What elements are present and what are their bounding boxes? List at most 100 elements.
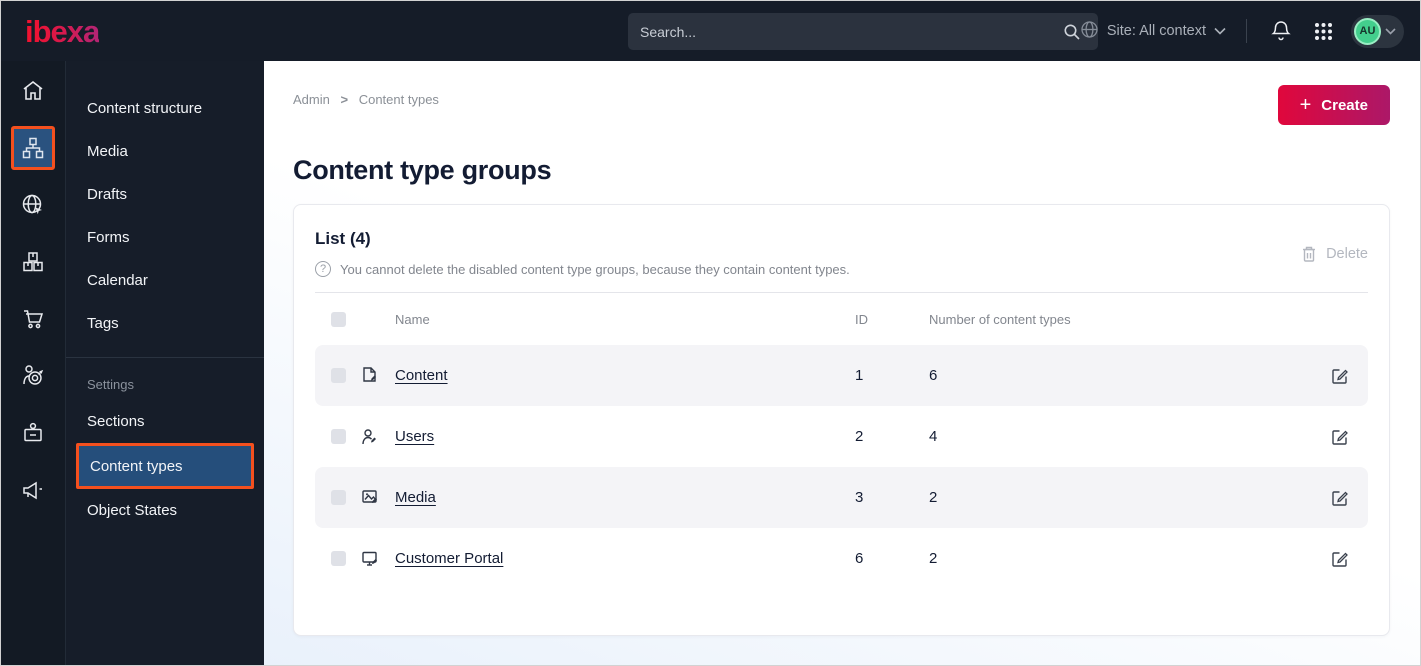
- rail-item-product-catalog[interactable]: [11, 240, 55, 284]
- column-header-id: ID: [855, 311, 868, 327]
- content-file-icon: [361, 366, 395, 386]
- sidebar-item-tags[interactable]: Tags: [66, 302, 264, 345]
- avatar: AU: [1354, 17, 1381, 45]
- chevron-down-icon: [1385, 27, 1396, 35]
- sidebar-item-label: Forms: [87, 229, 130, 246]
- select-all-checkbox[interactable]: [331, 311, 346, 327]
- sidebar-item-content-structure[interactable]: Content structure: [66, 87, 264, 130]
- rail-item-dashboard[interactable]: [11, 69, 55, 113]
- sidebar-item-label: Drafts: [87, 186, 128, 203]
- sidebar-item-label: Object States: [87, 502, 178, 519]
- group-link-users[interactable]: Users: [395, 428, 434, 445]
- delete-button-label: Delete: [1326, 246, 1368, 262]
- edit-button[interactable]: [1327, 485, 1353, 511]
- topbar-controls: Site: All context AU: [1080, 1, 1404, 61]
- sitemap-icon: [22, 137, 44, 159]
- rail-item-content-structure[interactable]: [11, 126, 55, 170]
- group-link-media[interactable]: Media: [395, 489, 436, 506]
- sidebar-item-drafts[interactable]: Drafts: [66, 173, 264, 216]
- sidebar-item-label: Tags: [87, 315, 119, 332]
- ibexa-logo: ibexa: [25, 13, 100, 49]
- edit-button[interactable]: [1327, 546, 1353, 572]
- search-input[interactable]: [640, 23, 1058, 40]
- table-row: Media 3 2: [315, 467, 1368, 528]
- site-globe-cursor-icon: [22, 194, 42, 215]
- edit-button[interactable]: [1327, 424, 1353, 450]
- breadcrumb-content-types[interactable]: Content types: [359, 92, 439, 107]
- sidebar-item-label: Media: [87, 143, 128, 160]
- edit-pencil-icon: [1332, 551, 1348, 567]
- group-link-customer-portal[interactable]: Customer Portal: [395, 550, 503, 567]
- user-menu[interactable]: AU: [1351, 14, 1404, 48]
- help-icon: ?: [315, 261, 331, 277]
- icon-rail: [1, 61, 66, 665]
- main-content: Admin > Content types + Create Content t…: [264, 61, 1420, 665]
- group-id: 6: [855, 550, 864, 567]
- breadcrumb: Admin > Content types: [293, 85, 439, 107]
- table-row: Users 2 4: [315, 406, 1368, 467]
- home-icon: [23, 80, 43, 100]
- list-title: List (4): [315, 229, 371, 248]
- group-id: 1: [855, 367, 864, 384]
- rail-item-customer-portal[interactable]: [11, 411, 55, 455]
- sidebar-item-forms[interactable]: Forms: [66, 216, 264, 259]
- edit-button[interactable]: [1327, 363, 1353, 389]
- sidebar-menu: Content structure Media Drafts Forms Cal…: [66, 61, 264, 665]
- global-search[interactable]: [628, 13, 1098, 50]
- delete-button[interactable]: Delete: [1301, 245, 1368, 263]
- group-count: 4: [929, 428, 938, 445]
- sidebar-item-label: Calendar: [87, 272, 148, 289]
- sidebar-section-label: Settings: [87, 376, 134, 392]
- sidebar-item-label: Content structure: [87, 100, 203, 117]
- sidebar-item-object-states[interactable]: Object States: [66, 489, 264, 532]
- sidebar-item-label: Content types: [90, 457, 183, 475]
- sidebar-item-sections[interactable]: Sections: [66, 400, 264, 443]
- column-header-count: Number of content types: [929, 311, 1071, 327]
- group-link-content[interactable]: Content: [395, 367, 448, 384]
- edit-pencil-icon: [1332, 368, 1348, 384]
- trash-icon: [1303, 246, 1316, 262]
- rail-item-commerce[interactable]: [11, 297, 55, 341]
- site-context-selector[interactable]: Site: All context: [1080, 20, 1226, 43]
- notifications-bell-icon[interactable]: [1267, 17, 1295, 45]
- table-row: Customer Portal 6 2: [315, 528, 1368, 589]
- sidebar-item-label: Sections: [87, 413, 145, 430]
- rail-item-site[interactable]: [11, 183, 55, 227]
- edit-pencil-icon: [1332, 429, 1348, 445]
- column-header-name: Name: [395, 311, 430, 327]
- sidebar-item-calendar[interactable]: Calendar: [66, 259, 264, 302]
- row-checkbox[interactable]: [331, 429, 346, 444]
- page-title: Content type groups: [293, 155, 552, 185]
- sidebar-item-content-types[interactable]: Content types: [76, 443, 254, 489]
- group-count: 2: [929, 550, 938, 567]
- row-checkbox[interactable]: [331, 551, 346, 566]
- rail-item-personalization[interactable]: [11, 354, 55, 398]
- content-type-groups-card: List (4) ? You cannot delete the disable…: [293, 204, 1390, 636]
- app-grid-icon[interactable]: [1309, 17, 1337, 45]
- group-id: 2: [855, 428, 864, 445]
- create-button[interactable]: + Create: [1277, 85, 1390, 125]
- rail-item-campaigns[interactable]: [11, 468, 55, 512]
- user-icon: [361, 427, 395, 447]
- person-target-icon: [23, 365, 44, 385]
- globe-icon: [1080, 20, 1099, 43]
- table-header: Name ID Number of content types: [315, 293, 1368, 345]
- chevron-down-icon: [1214, 27, 1226, 35]
- site-selector-label: Site: All context: [1106, 23, 1206, 39]
- group-count: 2: [929, 489, 938, 506]
- plus-icon: +: [1299, 94, 1312, 116]
- sidebar-divider: [66, 357, 264, 358]
- row-checkbox[interactable]: [331, 490, 346, 505]
- row-checkbox[interactable]: [331, 368, 346, 383]
- edit-pencil-icon: [1332, 490, 1348, 506]
- help-text: You cannot delete the disabled content t…: [340, 261, 850, 277]
- table-row: Content 1 6: [315, 345, 1368, 406]
- portal-monitor-icon: [361, 549, 395, 568]
- badge-icon: [24, 422, 42, 442]
- breadcrumb-separator: >: [340, 92, 349, 107]
- topbar-divider: [1246, 19, 1247, 43]
- megaphone-icon: [23, 481, 42, 500]
- breadcrumb-admin[interactable]: Admin: [293, 92, 330, 107]
- group-id: 3: [855, 489, 864, 506]
- sidebar-item-media[interactable]: Media: [66, 130, 264, 173]
